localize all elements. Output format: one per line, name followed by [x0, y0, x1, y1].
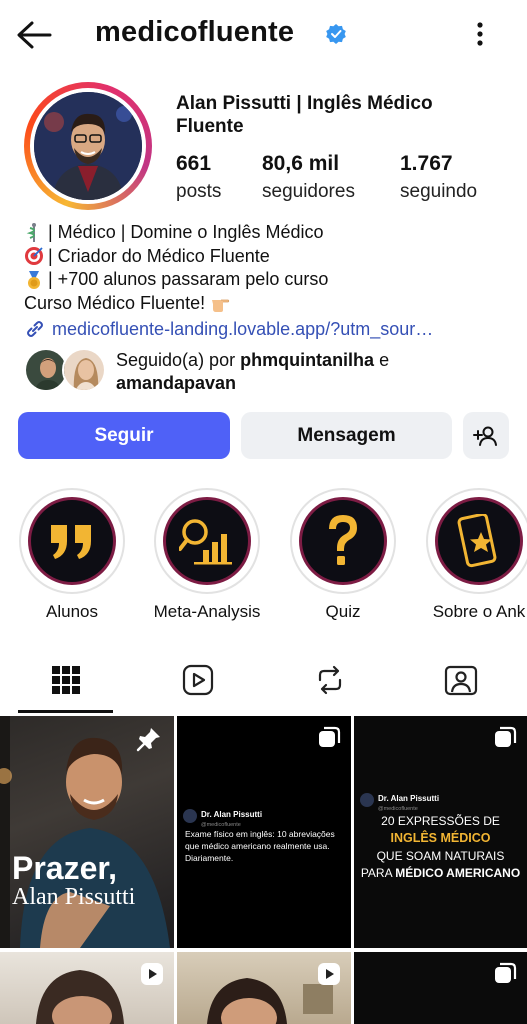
stat-value: 661 [176, 152, 212, 175]
profile-avatar[interactable] [24, 82, 152, 210]
followed-by-user[interactable]: amandapavan [116, 373, 236, 393]
grid-icon [52, 666, 80, 694]
post-title: Prazer, [12, 850, 117, 886]
stat-posts[interactable]: 661 posts [176, 152, 221, 203]
profile-tabs [0, 650, 527, 712]
bio-line: | Criador do Médico Fluente [24, 245, 514, 269]
pin-icon [136, 728, 160, 752]
add-person-icon [473, 426, 497, 446]
post-author: Dr. Alan Pissutti @medicofluente [360, 788, 439, 812]
post-line-prefix: PARA [360, 866, 396, 880]
follow-button[interactable]: Seguir [18, 412, 230, 459]
highlight-ring [154, 488, 260, 594]
highlight-label: Sobre o Ank [432, 602, 526, 621]
author-avatar [360, 793, 374, 807]
post-line: QUE SOAM NATURAIS [376, 849, 505, 863]
medical-symbol-icon [26, 222, 36, 242]
followed-by-prefix: Seguido(a) por [116, 350, 241, 370]
stat-value: 1.767 [400, 152, 453, 175]
highlight-alunos[interactable]: Alunos [17, 488, 127, 622]
tab-grid[interactable] [46, 660, 86, 700]
highlight-ring [426, 488, 527, 594]
reel-icon [141, 963, 163, 985]
active-tab-indicator [18, 710, 113, 713]
stat-label: posts [176, 181, 222, 202]
posts-grid: Prazer, Alan Pissutti Dr. Alan Pissutti … [0, 716, 527, 1024]
post-5[interactable] [177, 952, 351, 1024]
post-6[interactable] [354, 952, 527, 1024]
highlight-meta-analysis[interactable]: Meta-Analysis [152, 488, 262, 622]
phone-star-icon [457, 514, 497, 568]
top-bar: medicofluente [0, 0, 527, 70]
bio-line: Curso Médico Fluente! [24, 292, 514, 316]
highlight-ring [19, 488, 125, 594]
more-vertical-icon[interactable] [470, 18, 490, 50]
tab-reels[interactable] [178, 660, 218, 700]
verified-badge-icon [326, 24, 346, 44]
carousel-icon [319, 726, 341, 747]
profile-username: medicofluente [95, 16, 295, 48]
author-name: Dr. Alan Pissutti [378, 794, 440, 803]
post-subtitle: Alan Pissutti [12, 884, 136, 910]
author-handle: @medicofluente [378, 806, 418, 812]
highlight-label: Meta-Analysis [153, 602, 261, 621]
carousel-icon [495, 962, 517, 983]
post-text: Exame físico em inglês: 10 abreviações q… [185, 829, 335, 863]
tab-reposts[interactable] [310, 660, 350, 700]
post-line-highlight: INGLÊS MÉDICO [390, 831, 491, 845]
magnifier-chart-icon [179, 519, 232, 565]
medal-icon [28, 270, 40, 289]
reel-icon [318, 963, 340, 985]
post-1[interactable]: Prazer, Alan Pissutti [0, 716, 174, 948]
post-line-bold: MÉDICO AMERICANO [395, 866, 521, 880]
followed-by[interactable]: Seguido(a) por phmquintanilha e amandapa… [24, 345, 514, 395]
post-author: Dr. Alan Pissutti @medicofluente [183, 804, 262, 828]
profile-full-name: Alan Pissutti | Inglês Médico Fluente [176, 93, 433, 137]
arrow-left-icon[interactable] [14, 18, 54, 52]
bio-text: | Criador do Médico Fluente [48, 245, 270, 266]
highlight-label: Quiz [325, 602, 361, 621]
followed-by-text[interactable]: Seguido(a) por phmquintanilha e amandapa… [116, 349, 506, 395]
quote-icon [51, 525, 91, 559]
bio-text: | +700 alunos passaram pelo curso [48, 269, 329, 289]
stat-following[interactable]: 1.767 seguindo [400, 152, 477, 203]
bio-line: | Médico | Domine o Inglês Médico [24, 221, 514, 245]
add-person-button[interactable] [463, 412, 509, 459]
bio-line: | +700 alunos passaram pelo curso [24, 268, 514, 292]
stat-label: seguidores [262, 181, 355, 202]
highlight-sobre[interactable]: Sobre o Ank [424, 488, 527, 622]
post-3[interactable]: Dr. Alan Pissutti @medicofluente 20 EXPR… [354, 716, 527, 948]
question-mark-icon [329, 515, 357, 565]
stat-value: 80,6 mil [262, 152, 340, 175]
reels-icon [182, 664, 214, 696]
post-line: PARA MÉDICO AMERICANO [354, 866, 527, 880]
profile-photo [34, 92, 142, 200]
message-button[interactable]: Mensagem [241, 412, 452, 459]
post-line: 20 EXPRESSÕES DE [381, 814, 500, 828]
bio-text: Curso Médico Fluente! [24, 292, 206, 313]
highlight-label: Alunos [46, 602, 98, 621]
pointing-hand-icon [212, 299, 230, 313]
repost-icon [318, 665, 342, 695]
target-icon [25, 247, 43, 266]
profile-bio: | Médico | Domine o Inglês Médico | Cria… [24, 221, 514, 315]
bio-text: | Médico | Domine o Inglês Médico [48, 222, 324, 242]
tagged-icon [444, 665, 478, 696]
followed-by-joiner: e [374, 350, 390, 370]
stat-followers[interactable]: 80,6 mil seguidores [262, 152, 355, 203]
author-avatar [183, 809, 197, 823]
profile-link-text[interactable]: medicofluente-landing.lovable.app/?utm_s… [52, 319, 433, 340]
highlight-quiz[interactable]: Quiz [288, 488, 398, 622]
post-2[interactable]: Dr. Alan Pissutti @medicofluente Exame f… [177, 716, 351, 948]
post-4[interactable] [0, 952, 174, 1024]
link-icon [27, 321, 43, 337]
stat-label: seguindo [400, 181, 478, 202]
profile-link[interactable]: medicofluente-landing.lovable.app/?utm_s… [24, 318, 514, 340]
tab-tagged[interactable] [441, 660, 481, 700]
highlight-ring [290, 488, 396, 594]
carousel-icon [495, 726, 517, 747]
followed-by-user[interactable]: phmquintanilha [240, 350, 374, 370]
follower-avatar [62, 348, 106, 392]
author-name: Dr. Alan Pissutti [201, 810, 263, 819]
